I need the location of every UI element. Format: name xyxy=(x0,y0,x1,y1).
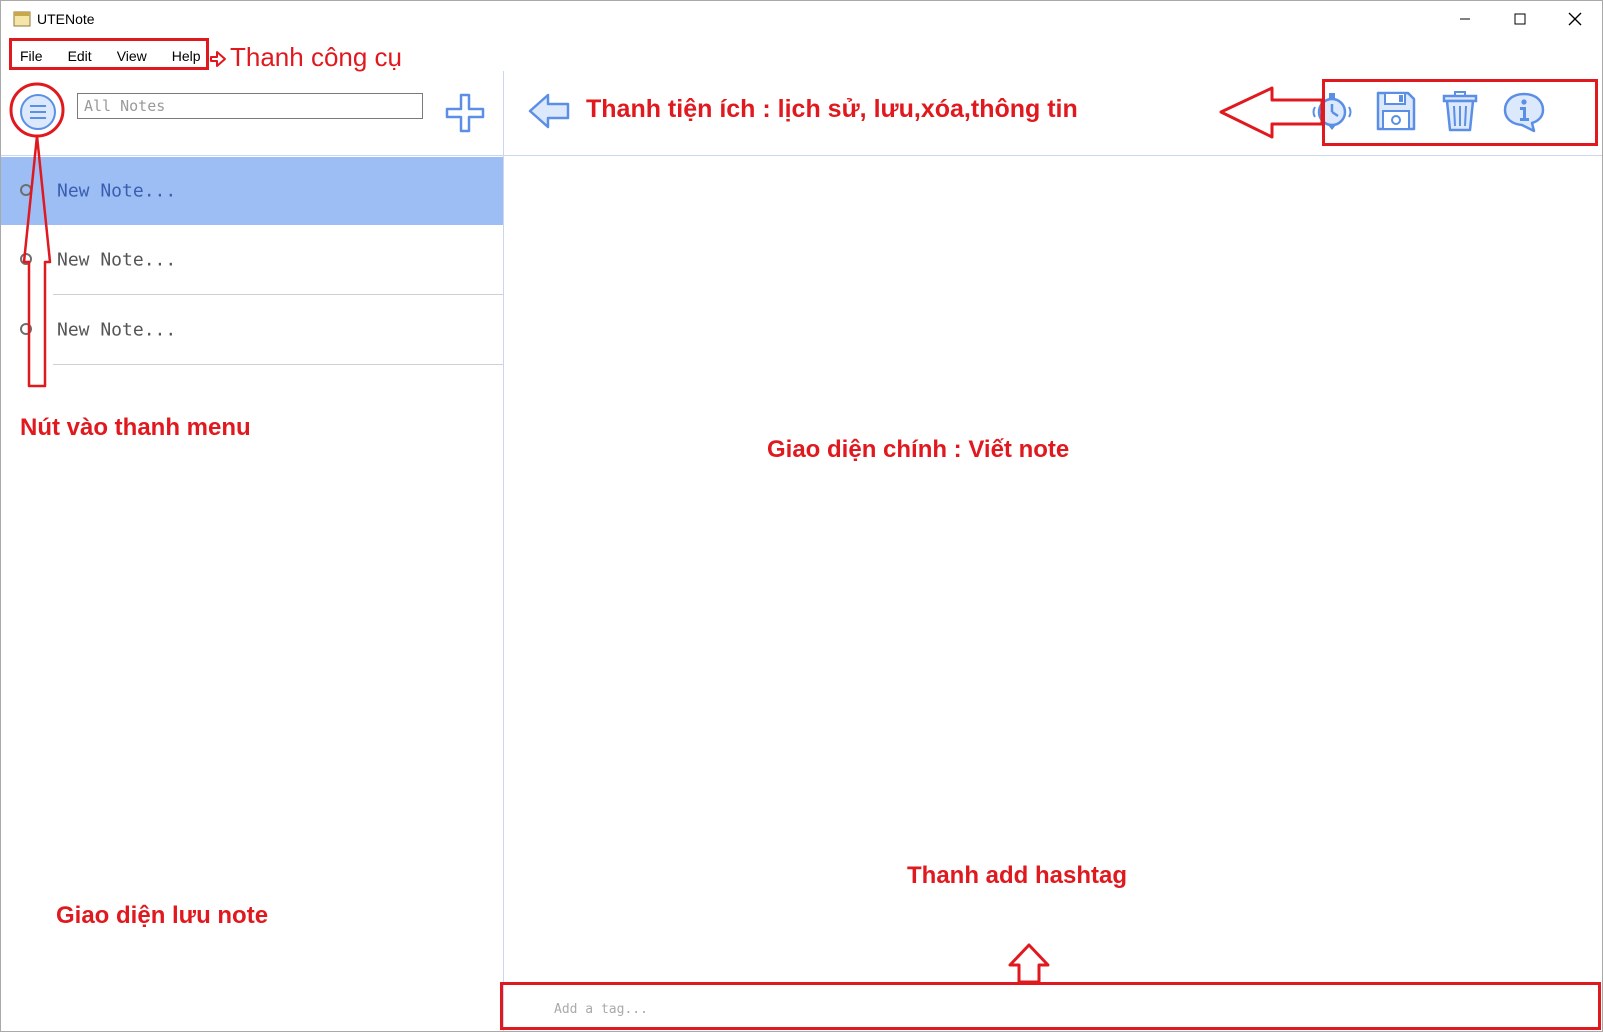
maximize-button[interactable] xyxy=(1491,1,1549,37)
divider xyxy=(53,364,503,365)
note-title: New Note... xyxy=(57,319,177,341)
search-notes-input[interactable] xyxy=(77,93,423,119)
note-list: New Note... New Note... New Note... xyxy=(1,157,503,365)
annotation-note-list-label: Giao diện lưu note xyxy=(56,902,269,929)
note-radio[interactable] xyxy=(20,184,32,196)
notepad-app-icon xyxy=(13,11,31,27)
note-radio[interactable] xyxy=(20,323,32,335)
note-item[interactable]: New Note... xyxy=(1,157,503,225)
note-title: New Note... xyxy=(57,249,177,271)
annotation-box-toolbar xyxy=(1322,79,1598,146)
hamburger-menu-button[interactable] xyxy=(19,93,57,131)
note-item[interactable]: New Note... xyxy=(1,225,503,295)
add-note-button[interactable] xyxy=(443,91,487,135)
title-bar: UTENote xyxy=(1,1,1602,37)
minimize-icon xyxy=(1460,18,1470,20)
note-title: New Note... xyxy=(57,180,177,202)
note-radio[interactable] xyxy=(20,253,32,265)
annotation-menu-button-label: Nút vào thanh menu xyxy=(20,414,251,441)
annotation-hashtag-bar-label: Thanh add hashtag xyxy=(907,862,1128,889)
annotation-box-menubar xyxy=(9,38,209,70)
note-editor[interactable] xyxy=(504,156,1602,956)
divider xyxy=(1,155,503,156)
app-window: UTENote File Edit View Help All Notes Ne… xyxy=(0,0,1603,1032)
annotation-utility-bar-label: Thanh tiện ích : lịch sử, lưu,xóa,thông … xyxy=(586,95,1078,123)
minimize-button[interactable] xyxy=(1436,1,1494,37)
annotation-box-tagbar xyxy=(500,982,1601,1030)
back-arrow-button[interactable] xyxy=(526,91,572,131)
note-list-pane: New Note... New Note... New Note... xyxy=(1,71,504,1031)
window-title: UTENote xyxy=(37,11,95,27)
annotation-main-editor-label: Giao diện chính : Viết note xyxy=(767,436,1070,463)
maximize-icon xyxy=(1514,13,1526,25)
annotation-menubar-label: Thanh công cụ xyxy=(230,42,403,72)
note-item[interactable]: New Note... xyxy=(1,295,503,365)
close-icon xyxy=(1568,12,1582,26)
close-button[interactable] xyxy=(1546,1,1603,37)
